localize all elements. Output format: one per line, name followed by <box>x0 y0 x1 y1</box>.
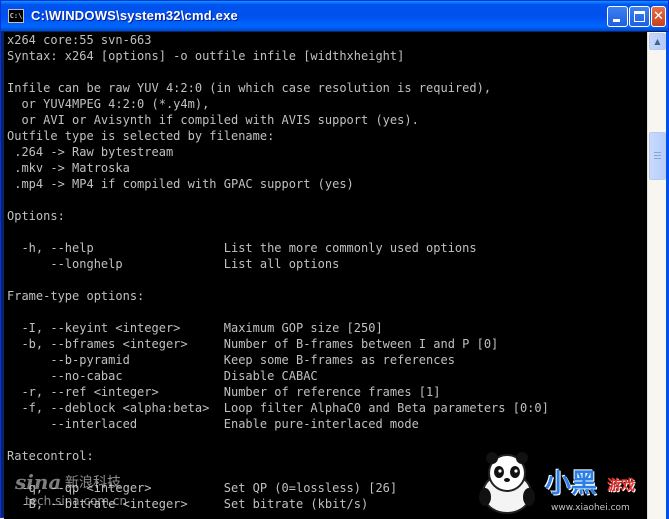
sina-url: tech.sina.com.cn <box>25 494 128 508</box>
close-icon: ✕ <box>653 9 664 24</box>
console-window: C:\ C:\WINDOWS\system32\cmd.exe ✕ x264 c… <box>0 0 669 519</box>
window-title: C:\WINDOWS\system32\cmd.exe <box>31 8 238 23</box>
scroll-thumb[interactable] <box>649 132 666 180</box>
minimize-button[interactable] <box>607 6 628 27</box>
sina-tech-label: 新浪科技 <box>65 475 121 491</box>
maximize-icon <box>634 11 645 22</box>
title-bar[interactable]: C:\ C:\WINDOWS\system32\cmd.exe ✕ <box>1 1 668 31</box>
xiaohei-game-label: 游戏 <box>607 478 635 494</box>
cmd-icon[interactable]: C:\ <box>8 9 24 23</box>
sina-logo: sina <box>15 470 62 494</box>
maximize-button[interactable] <box>629 6 650 27</box>
panda-mascot-icon <box>479 452 535 514</box>
xiaohei-url: www.xiaohei.com <box>551 503 630 513</box>
minimize-icon <box>613 19 620 22</box>
grip-line <box>654 158 661 159</box>
xiaohei-brand: 小黑 <box>545 469 598 499</box>
close-button[interactable]: ✕ <box>651 6 666 27</box>
grip-line <box>654 152 661 153</box>
scroll-up-button[interactable]: ▲ <box>649 33 666 50</box>
sina-watermark: sina 新浪科技 tech.sina.com.cn <box>5 460 165 516</box>
chevron-up-icon: ▲ <box>654 37 661 46</box>
console-text: x264 core:55 svn-663 Syntax: x264 [optio… <box>7 33 549 511</box>
grip-line <box>654 155 661 156</box>
xiaohei-watermark: 小黑 游戏 www.xiaohei.com <box>467 441 667 519</box>
